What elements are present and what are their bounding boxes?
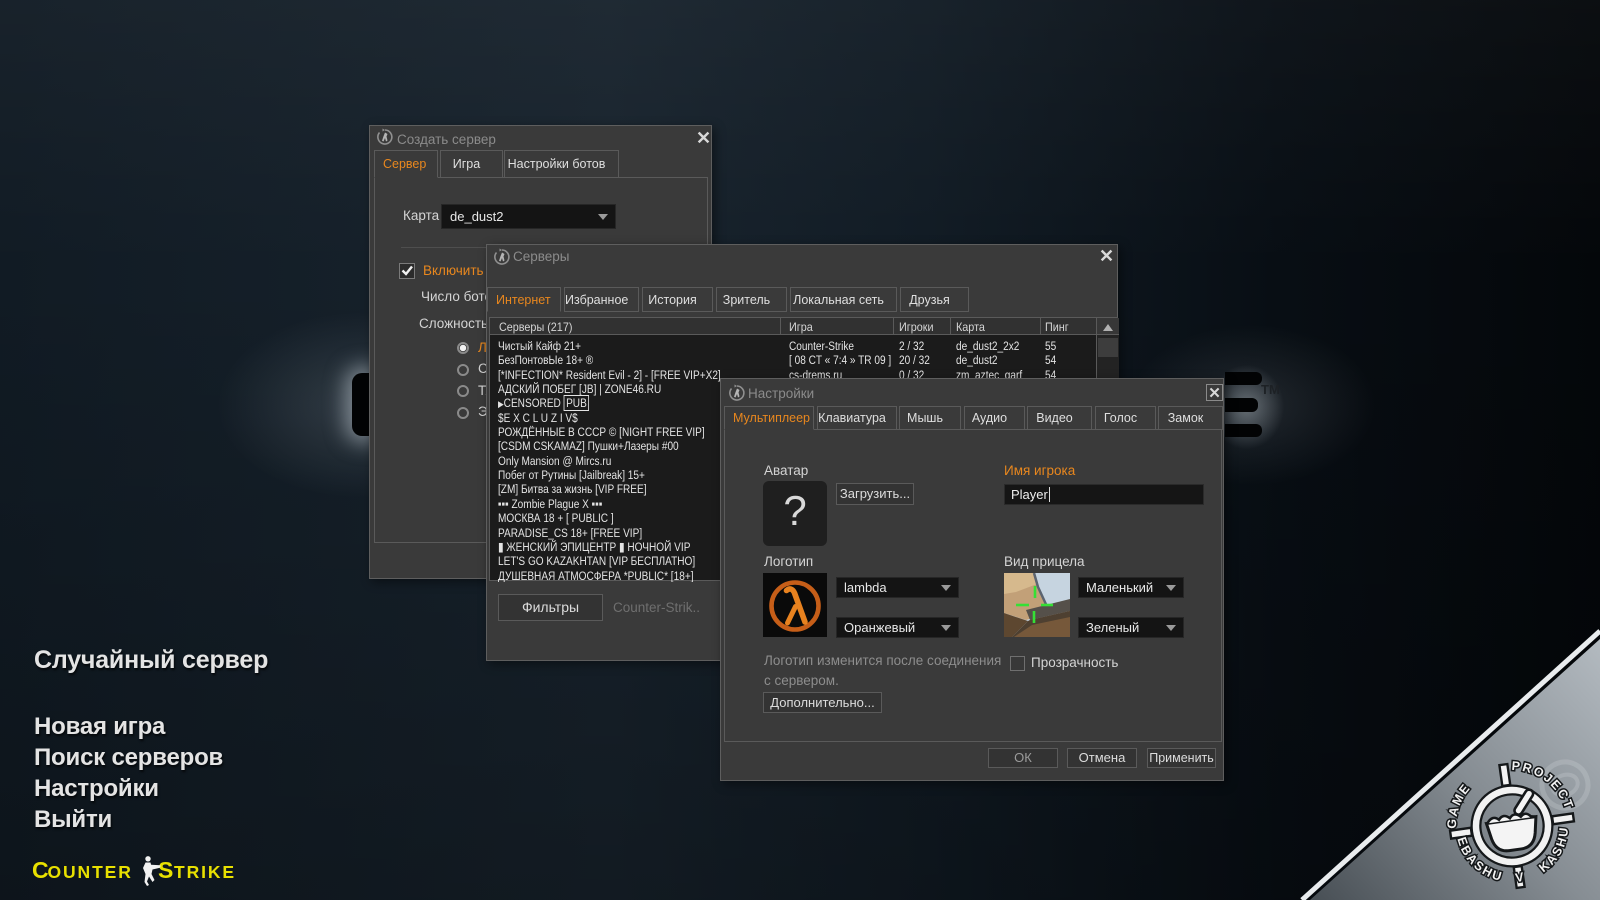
svg-text:TRIKE: TRIKE [174,862,236,882]
svg-text:S: S [158,857,173,883]
svg-text:C: C [32,857,49,883]
svg-text:OUNTER: OUNTER [48,862,133,882]
